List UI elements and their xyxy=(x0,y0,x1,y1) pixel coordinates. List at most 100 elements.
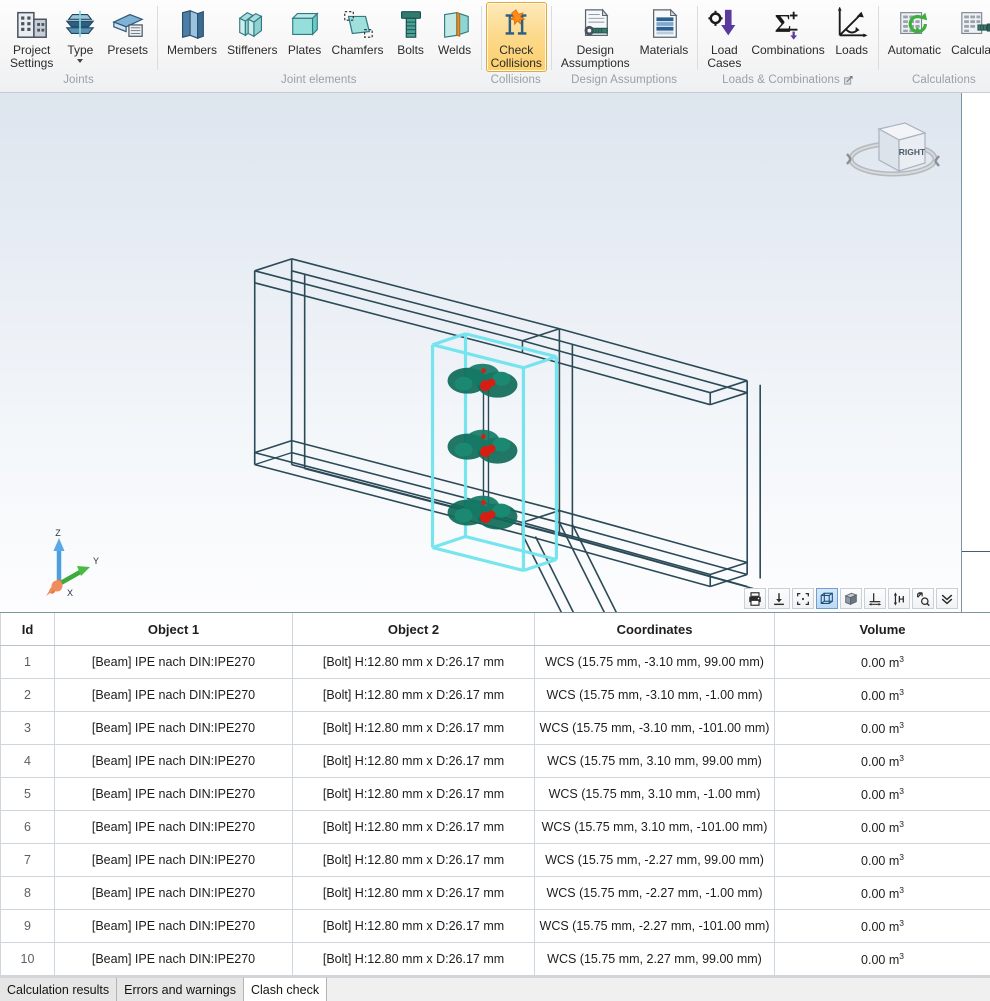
cell-id: 7 xyxy=(0,843,55,877)
ribbon-button-load-cases[interactable]: Load Cases xyxy=(702,2,746,72)
zoom-window-icon xyxy=(915,591,931,607)
view-cube[interactable]: RIGHT xyxy=(843,103,943,189)
presets-icon-wrap xyxy=(111,6,145,42)
ribbon-button-check-collisions-label: Check Collisions xyxy=(490,43,542,70)
stiffeners-icon xyxy=(235,7,269,41)
cell-obj2: [Bolt] H:12.80 mm x D:26.17 mm xyxy=(292,645,535,679)
cell-id: 1 xyxy=(0,645,55,679)
cell-obj1: [Beam] IPE nach DIN:IPE270 xyxy=(54,909,293,943)
load-cases-icon xyxy=(707,7,741,41)
ribbon-button-materials[interactable]: Materials xyxy=(635,2,694,60)
ribbon-button-bolts[interactable]: Bolts xyxy=(389,2,433,60)
cell-coords: WCS (15.75 mm, -2.27 mm, 99.00 mm) xyxy=(534,843,775,877)
tab-calculation-results[interactable]: Calculation results xyxy=(0,977,118,1001)
ribbon-button-project-settings[interactable]: Project Settings xyxy=(5,2,58,72)
ribbon-group-items: Check Collisions xyxy=(481,0,551,72)
ribbon-button-loads-label: Loads xyxy=(835,43,869,57)
cell-obj1: [Beam] IPE nach DIN:IPE270 xyxy=(54,843,293,877)
ribbon-button-welds[interactable]: Welds xyxy=(433,2,477,60)
ribbon-button-type[interactable]: Type xyxy=(58,2,102,66)
volume-exponent: 3 xyxy=(899,686,904,697)
viewport-solid-button[interactable] xyxy=(840,588,862,609)
ribbon: Project Settings Type Presets Joints Members… xyxy=(0,0,990,93)
cell-id: 5 xyxy=(0,777,55,811)
cell-volume: 0.00 m3 xyxy=(774,942,990,976)
volume-exponent: 3 xyxy=(899,851,904,862)
table-body: 1 [Beam] IPE nach DIN:IPE270 [Bolt] H:12.8… xyxy=(0,645,990,976)
volume-value: 0.00 m xyxy=(861,689,900,704)
viewport-save-image-button[interactable] xyxy=(768,588,790,609)
ribbon-group-calculations: Automatic Calculate Calculations xyxy=(877,0,990,92)
cell-volume: 0.00 m3 xyxy=(774,678,990,712)
table-row[interactable]: 6 [Beam] IPE nach DIN:IPE270 [Bolt] H:12.8… xyxy=(0,810,990,844)
ribbon-button-combinations[interactable]: Combinations xyxy=(746,2,829,60)
loads-icon-wrap xyxy=(835,6,869,42)
volume-exponent: 3 xyxy=(899,653,904,664)
volume-exponent: 3 xyxy=(899,752,904,763)
save-image-icon xyxy=(771,591,787,607)
cell-coords: WCS (15.75 mm, -2.27 mm, -101.00 mm) xyxy=(534,909,775,943)
panel-divider-line xyxy=(962,551,990,552)
table-row[interactable]: 10 [Beam] IPE nach DIN:IPE270 [Bolt] H:12.… xyxy=(0,942,990,976)
table-header-obj2[interactable]: Object 2 xyxy=(292,613,535,646)
cell-volume: 0.00 m3 xyxy=(774,810,990,844)
ribbon-button-stiffeners[interactable]: Stiffeners xyxy=(222,2,282,60)
ribbon-button-members-label: Members xyxy=(167,43,218,57)
cell-coords: WCS (15.75 mm, 2.27 mm, 99.00 mm) xyxy=(534,942,775,976)
ribbon-groups: Project Settings Type Presets Joints Members… xyxy=(0,0,990,92)
ribbon-button-design-assumptions[interactable]: Design Assumptions xyxy=(556,2,635,72)
table-header-id[interactable]: Id xyxy=(0,613,55,646)
cell-id: 8 xyxy=(0,876,55,910)
ribbon-button-calculate[interactable]: Calculate xyxy=(946,2,990,60)
members-icon xyxy=(175,7,209,41)
bolts-icon-wrap xyxy=(394,6,428,42)
ribbon-button-plates[interactable]: Plates xyxy=(283,2,327,60)
viewport-wireframe-button[interactable] xyxy=(816,588,838,609)
ribbon-button-automatic-label: Automatic xyxy=(887,43,942,57)
viewport-more-button[interactable] xyxy=(936,588,958,609)
ribbon-group-label-calculations: Calculations xyxy=(878,70,990,92)
volume-exponent: 3 xyxy=(899,785,904,796)
cell-id: 6 xyxy=(0,810,55,844)
table-header-volume[interactable]: Volume xyxy=(774,613,990,646)
table-header-coords[interactable]: Coordinates xyxy=(534,613,775,646)
table-row[interactable]: 9 [Beam] IPE nach DIN:IPE270 [Bolt] H:12.8… xyxy=(0,909,990,943)
chevron-down-icon[interactable] xyxy=(77,58,84,63)
cell-id: 4 xyxy=(0,744,55,778)
viewport-zoom-window-button[interactable] xyxy=(912,588,934,609)
table-row[interactable]: 4 [Beam] IPE nach DIN:IPE270 [Bolt] H:12.8… xyxy=(0,744,990,778)
table-row[interactable]: 3 [Beam] IPE nach DIN:IPE270 [Bolt] H:12.8… xyxy=(0,711,990,745)
table-header-obj1[interactable]: Object 1 xyxy=(54,613,293,646)
cell-volume: 0.00 m3 xyxy=(774,876,990,910)
presets-icon xyxy=(111,7,145,41)
3d-viewport[interactable]: RIGHT Z Y X xyxy=(0,93,961,612)
viewport-print-button[interactable] xyxy=(744,588,766,609)
table-row[interactable]: 7 [Beam] IPE nach DIN:IPE270 [Bolt] H:12.8… xyxy=(0,843,990,877)
ribbon-group-label-loads-combinations: Loads & Combinations xyxy=(697,70,877,92)
cell-coords: WCS (15.75 mm, -2.27 mm, -1.00 mm) xyxy=(534,876,775,910)
ribbon-button-chamfers[interactable]: Chamfers xyxy=(327,2,389,60)
ribbon-button-loads[interactable]: Loads xyxy=(830,2,874,60)
ribbon-group-label-collisions: Collisions xyxy=(481,70,551,92)
check-collisions-icon xyxy=(499,7,533,41)
design-assumptions-icon xyxy=(578,7,612,41)
ribbon-button-check-collisions[interactable]: Check Collisions xyxy=(485,2,547,72)
table-row[interactable]: 1 [Beam] IPE nach DIN:IPE270 [Bolt] H:12.8… xyxy=(0,645,990,679)
project-settings-icon xyxy=(15,7,49,41)
volume-value: 0.00 m xyxy=(861,821,900,836)
viewport-measure-distance-button[interactable] xyxy=(864,588,886,609)
table-row[interactable]: 8 [Beam] IPE nach DIN:IPE270 [Bolt] H:12.8… xyxy=(0,876,990,910)
tab-clash-check[interactable]: Clash check xyxy=(244,977,328,1001)
joint-type-icon-wrap xyxy=(63,6,97,42)
table-row[interactable]: 5 [Beam] IPE nach DIN:IPE270 [Bolt] H:12.8… xyxy=(0,777,990,811)
viewport-fit-button[interactable] xyxy=(792,588,814,609)
viewport-measure-height-button[interactable] xyxy=(888,588,910,609)
dialog-launcher-icon[interactable] xyxy=(844,72,853,81)
ribbon-button-members[interactable]: Members xyxy=(162,2,222,60)
table-row[interactable]: 2 [Beam] IPE nach DIN:IPE270 [Bolt] H:12.8… xyxy=(0,678,990,712)
cell-volume: 0.00 m3 xyxy=(774,777,990,811)
ribbon-button-presets[interactable]: Presets xyxy=(102,2,153,60)
ribbon-group-label-calculations-text: Calculations xyxy=(911,74,976,86)
tab-errors-and-warnings[interactable]: Errors and warnings xyxy=(117,977,244,1001)
ribbon-button-automatic[interactable]: Automatic xyxy=(883,2,946,60)
